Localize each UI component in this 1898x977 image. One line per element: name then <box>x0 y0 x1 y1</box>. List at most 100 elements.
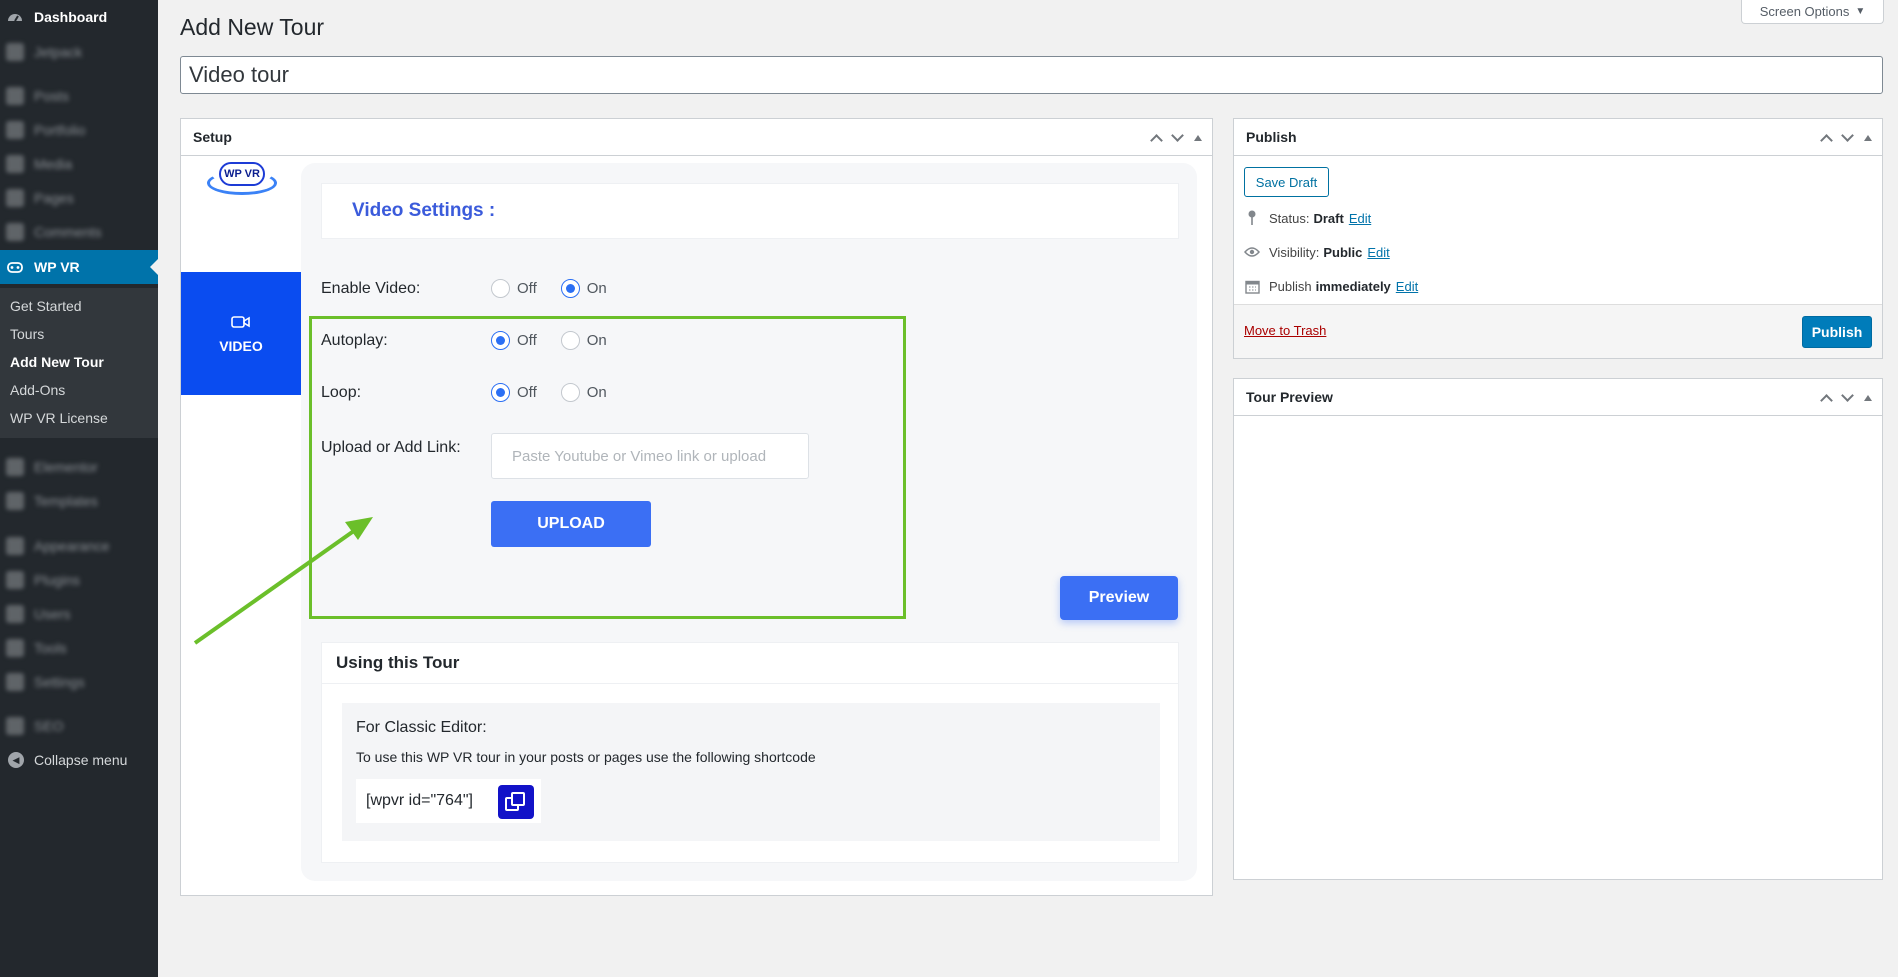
video-settings-panel: Video Settings : Enable Video: Off On Au… <box>301 163 1197 881</box>
visibility-label: Visibility: <box>1269 244 1320 260</box>
elementor-icon <box>6 458 24 476</box>
plugin-icon <box>6 571 24 589</box>
calendar-icon <box>1244 278 1260 294</box>
sidebar-label: Tools <box>34 640 67 656</box>
autoplay-radio-group: Off On <box>491 331 631 350</box>
pages-icon <box>6 189 24 207</box>
tab-video[interactable]: VIDEO <box>181 272 301 395</box>
sidebar-label: Users <box>34 606 71 622</box>
publish-button[interactable]: Publish <box>1802 316 1872 348</box>
move-down-icon[interactable] <box>1841 129 1854 142</box>
radio-checked[interactable] <box>560 279 580 298</box>
setup-postbox: Setup WP VR VIDEO Video Settings : Enabl… <box>180 118 1213 896</box>
visibility-value: Public <box>1323 244 1363 260</box>
collapse-label: Collapse menu <box>34 752 128 768</box>
sidebar-label: Elementor <box>34 459 98 475</box>
dashboard-icon <box>6 8 24 26</box>
toggle-panel-icon[interactable] <box>1194 134 1202 141</box>
sidebar-item-tools[interactable]: Tools <box>0 633 158 663</box>
submenu-add-new-tour[interactable]: Add New Tour <box>10 354 104 370</box>
sidebar-label: Jetpack <box>34 44 83 60</box>
tour-title-input[interactable] <box>180 56 1883 94</box>
screen-options-button[interactable]: Screen Options ▼ <box>1741 0 1884 24</box>
brush-icon <box>6 537 24 555</box>
option-label: Off <box>517 332 537 349</box>
upload-link-label: Upload or Add Link: <box>321 439 461 456</box>
submenu-get-started[interactable]: Get Started <box>10 298 82 314</box>
edit-visibility-link[interactable]: Edit <box>1367 245 1389 260</box>
sidebar-label: Pages <box>34 190 74 206</box>
submenu-wpvr-license[interactable]: WP VR License <box>10 410 108 426</box>
option-label: On <box>586 332 607 349</box>
move-to-trash-link[interactable]: Move to Trash <box>1244 323 1326 338</box>
move-down-icon[interactable] <box>1841 389 1854 402</box>
status-row: Status: Draft Edit <box>1244 210 1371 226</box>
move-up-icon[interactable] <box>1150 133 1163 147</box>
sidebar-item-portfolio[interactable]: Portfolio <box>0 115 158 145</box>
sidebar-item-comments[interactable]: Comments <box>0 217 158 247</box>
settings-icon <box>6 673 24 691</box>
autoplay-off-option[interactable]: Off <box>491 331 537 350</box>
sidebar-item-appearance[interactable]: Appearance <box>0 531 158 561</box>
radio-unchecked[interactable] <box>560 383 580 402</box>
loop-off-option[interactable]: Off <box>491 383 537 402</box>
publish-postbox: Publish Save Draft Status: Draft Edit Vi… <box>1233 118 1883 359</box>
sidebar-item-jetpack[interactable]: Jetpack <box>0 37 158 67</box>
radio-checked[interactable] <box>491 383 510 402</box>
submenu-add-ons[interactable]: Add-Ons <box>10 382 65 398</box>
classic-editor-description: To use this WP VR tour in your posts or … <box>356 749 816 765</box>
sidebar-label: Posts <box>34 88 70 104</box>
copy-icon <box>511 792 525 806</box>
publish-actions: Move to Trash Publish <box>1234 304 1882 358</box>
autoplay-on-option[interactable]: On <box>560 331 607 350</box>
radio-unchecked[interactable] <box>491 279 510 298</box>
sidebar-item-pages[interactable]: Pages <box>0 183 158 213</box>
toggle-panel-icon[interactable] <box>1864 134 1872 141</box>
preview-button[interactable]: Preview <box>1060 576 1178 620</box>
radio-checked[interactable] <box>491 331 510 350</box>
sidebar-label: Portfolio <box>34 122 86 138</box>
submenu-tours[interactable]: Tours <box>10 326 44 342</box>
sidebar-item-templates[interactable]: Templates <box>0 486 158 516</box>
copy-shortcode-button[interactable] <box>498 785 534 819</box>
sidebar-item-plugins[interactable]: Plugins <box>0 565 158 595</box>
sidebar-item-settings[interactable]: Settings <box>0 667 158 697</box>
edit-status-link[interactable]: Edit <box>1349 211 1371 226</box>
sidebar-item-elementor[interactable]: Elementor <box>0 452 158 482</box>
radio-unchecked[interactable] <box>560 331 580 350</box>
save-draft-button[interactable]: Save Draft <box>1244 167 1329 197</box>
toggle-panel-icon[interactable] <box>1864 394 1872 401</box>
move-up-icon[interactable] <box>1820 133 1833 147</box>
comments-icon <box>6 223 24 241</box>
upload-button[interactable]: UPLOAD <box>491 501 651 547</box>
sidebar-item-media[interactable]: Media <box>0 149 158 179</box>
move-down-icon[interactable] <box>1171 129 1184 142</box>
publish-header: Publish <box>1234 119 1882 156</box>
publish-time-row: Publish immediately Edit <box>1244 278 1418 294</box>
sidebar-item-seo[interactable]: SEO <box>0 711 158 741</box>
classic-editor-box: For Classic Editor: To use this WP VR to… <box>342 703 1160 841</box>
sidebar-label: Appearance <box>34 538 110 554</box>
enable-video-off-option[interactable]: Off <box>491 279 537 298</box>
tab-video-label: VIDEO <box>219 337 263 354</box>
portfolio-icon <box>6 121 24 139</box>
move-up-icon[interactable] <box>1820 393 1833 407</box>
edit-publish-time-link[interactable]: Edit <box>1396 279 1418 294</box>
sidebar-label: Comments <box>34 224 102 240</box>
sidebar-item-posts[interactable]: Posts <box>0 81 158 111</box>
users-icon <box>6 605 24 623</box>
tour-preview-title: Tour Preview <box>1246 389 1333 405</box>
loop-on-option[interactable]: On <box>560 383 607 402</box>
sidebar-item-users[interactable]: Users <box>0 599 158 629</box>
collapse-icon: ◀ <box>8 752 24 768</box>
sidebar-item-wpvr[interactable]: WP VR <box>0 250 158 284</box>
using-this-tour-title: Using this Tour <box>336 653 460 672</box>
sidebar-item-dashboard[interactable]: Dashboard <box>0 2 158 32</box>
video-link-input[interactable] <box>491 433 809 479</box>
collapse-menu-button[interactable]: ◀ Collapse menu <box>8 752 127 768</box>
divider <box>322 683 1178 684</box>
autoplay-label: Autoplay: <box>321 332 388 349</box>
enable-video-on-option[interactable]: On <box>560 279 607 298</box>
option-label: Off <box>517 280 537 297</box>
option-label: Off <box>517 384 537 401</box>
